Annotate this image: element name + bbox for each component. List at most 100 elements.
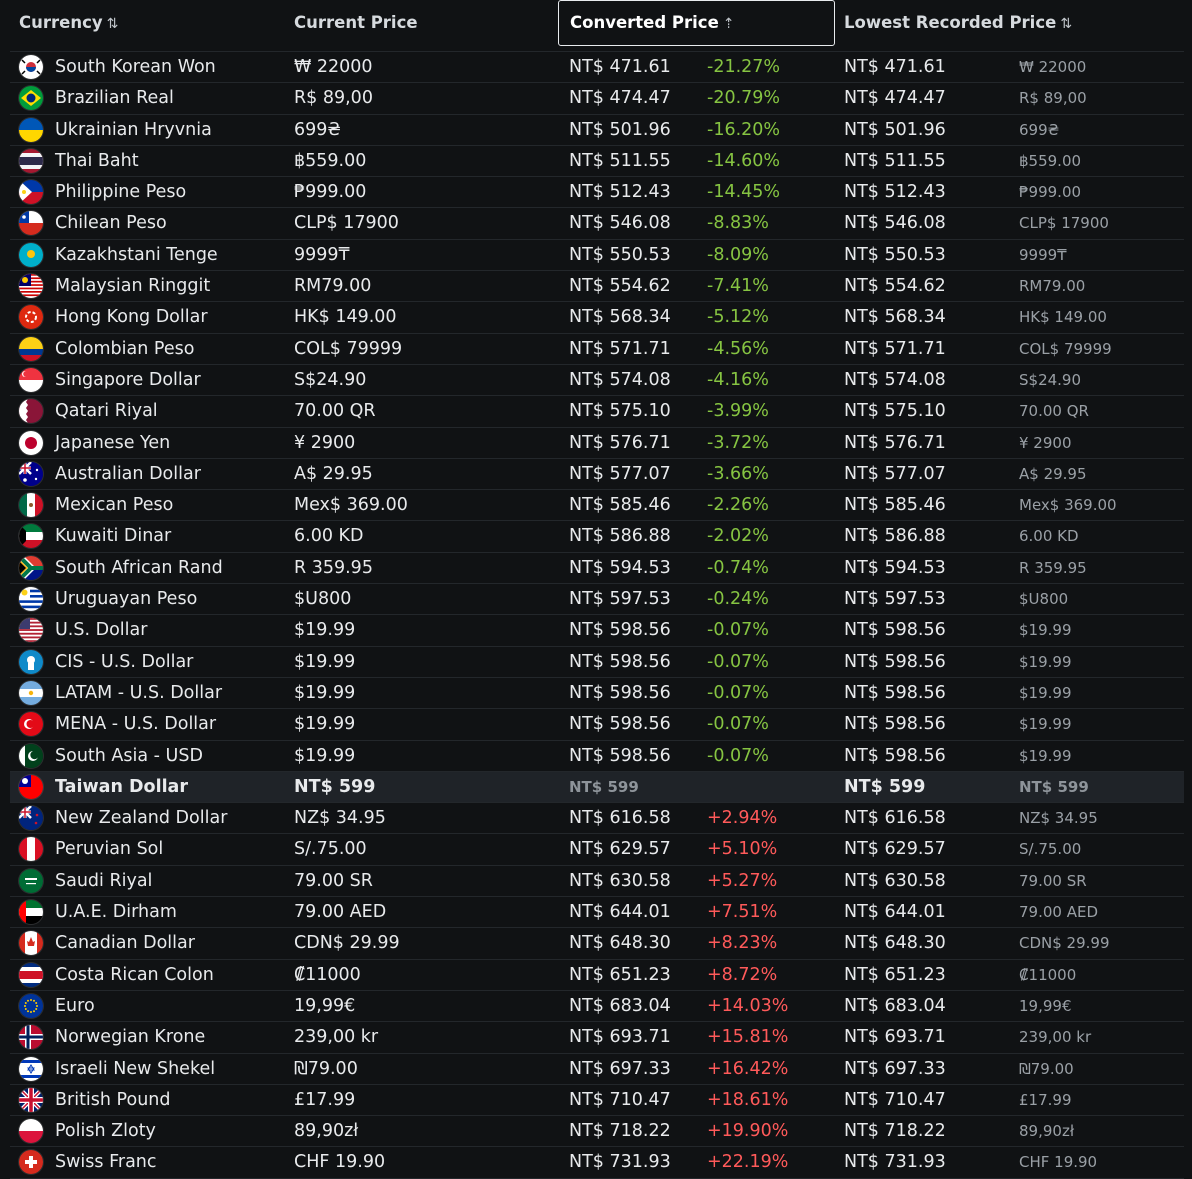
- column-header-converted-price[interactable]: Converted Price ⇡: [558, 0, 835, 46]
- currency-name: South African Rand: [55, 557, 223, 578]
- table-row[interactable]: Japanese Yen ¥ 2900 NT$ 576.71 -3.72% NT…: [10, 428, 1184, 459]
- converted-price: NT$ 594.53: [569, 557, 671, 578]
- table-row[interactable]: Chilean Peso CLP$ 17900 NT$ 546.08 -8.83…: [10, 208, 1184, 240]
- price-difference: -8.09%: [707, 244, 769, 265]
- currency-name: Taiwan Dollar: [55, 776, 189, 797]
- lowest-recorded-local: 70.00 QR: [1019, 402, 1089, 421]
- price-difference: -7.41%: [707, 276, 769, 297]
- table-row[interactable]: Thai Baht ฿559.00 NT$ 511.55 -14.60% NT$…: [10, 146, 1184, 178]
- table-row[interactable]: Kuwaiti Dinar 6.00 KD NT$ 586.88 -2.02% …: [10, 521, 1184, 553]
- costa-rica-flag-icon: [19, 962, 43, 987]
- table-row[interactable]: Taiwan Dollar NT$ 599 NT$ 599 NT$ 599 NT…: [10, 771, 1184, 804]
- table-row[interactable]: South Asia - USD $19.99 NT$ 598.56 -0.07…: [10, 741, 1184, 772]
- table-row[interactable]: New Zealand Dollar NZ$ 34.95 NT$ 616.58 …: [10, 803, 1184, 835]
- price-difference: +7.51%: [707, 902, 778, 923]
- converted-price: NT$ 598.56: [569, 714, 671, 735]
- table-row[interactable]: Saudi Riyal 79.00 SR NT$ 630.58 +5.27% N…: [10, 866, 1184, 898]
- table-row[interactable]: Philippine Peso ₱999.00 NT$ 512.43 -14.4…: [10, 177, 1184, 209]
- sort-icon: ⇅: [106, 16, 119, 32]
- converted-price: NT$ 598.56: [569, 745, 671, 766]
- taiwan-flag-icon: [19, 774, 43, 799]
- converted-price: NT$ 585.46: [569, 495, 671, 516]
- table-row[interactable]: Polish Zloty 89,90zł NT$ 718.22 +19.90% …: [10, 1116, 1184, 1148]
- table-row[interactable]: Colombian Peso COL$ 79999 NT$ 571.71 -4.…: [10, 334, 1184, 365]
- singapore-flag-icon: [19, 367, 43, 392]
- table-row[interactable]: Ukrainian Hryvnia 699₴ NT$ 501.96 -16.20…: [10, 115, 1184, 146]
- currency-name: Singapore Dollar: [55, 369, 201, 390]
- table-row[interactable]: Swiss Franc CHF 19.90 NT$ 731.93 +22.19%…: [10, 1147, 1184, 1179]
- south-korea-flag-icon: [19, 55, 43, 79]
- converted-price: NT$ 599: [569, 777, 639, 796]
- currency-name: Brazilian Real: [55, 88, 174, 109]
- price-difference: -2.02%: [707, 526, 769, 547]
- current-price: 9999₸: [294, 244, 350, 265]
- table-row[interactable]: Euro 19,99€ NT$ 683.04 +14.03% NT$ 683.0…: [10, 991, 1184, 1023]
- column-header-current-price[interactable]: Current Price: [283, 0, 553, 46]
- mena-flag-icon: [19, 712, 43, 737]
- lowest-recorded-converted: NT$ 471.61: [844, 57, 946, 77]
- lowest-recorded-local: $19.99: [1019, 652, 1072, 671]
- currency-name: Japanese Yen: [55, 432, 171, 453]
- lowest-recorded-converted: NT$ 644.01: [844, 902, 946, 923]
- converted-price: NT$ 574.08: [569, 369, 671, 390]
- table-row[interactable]: CIS - U.S. Dollar $19.99 NT$ 598.56 -0.0…: [10, 647, 1184, 678]
- column-header-lowest-recorded-price[interactable]: Lowest Recorded Price ⇅: [833, 0, 1163, 46]
- currency-name: South Asia - USD: [55, 745, 203, 766]
- table-row[interactable]: Kazakhstani Tenge 9999₸ NT$ 550.53 -8.09…: [10, 240, 1184, 272]
- converted-price: NT$ 710.47: [569, 1089, 671, 1110]
- lowest-recorded-converted: NT$ 598.56: [844, 745, 946, 766]
- table-row[interactable]: Norwegian Krone 239,00 kr NT$ 693.71 +15…: [10, 1022, 1184, 1054]
- table-row[interactable]: Mexican Peso Mex$ 369.00 NT$ 585.46 -2.2…: [10, 490, 1184, 522]
- lowest-recorded-local: 699₴: [1019, 120, 1060, 139]
- currency-name: Polish Zloty: [55, 1121, 156, 1142]
- table-row[interactable]: Costa Rican Colon ₡11000 NT$ 651.23 +8.7…: [10, 960, 1184, 991]
- table-row[interactable]: Australian Dollar A$ 29.95 NT$ 577.07 -3…: [10, 459, 1184, 491]
- converted-price: NT$ 616.58: [569, 808, 671, 829]
- column-header-currency[interactable]: Currency ⇅: [8, 0, 278, 46]
- lowest-recorded-local: NZ$ 34.95: [1019, 809, 1098, 828]
- price-difference: +8.23%: [707, 933, 778, 954]
- lowest-recorded-converted: NT$ 693.71: [844, 1027, 946, 1048]
- price-difference: +5.27%: [707, 870, 778, 891]
- table-row[interactable]: Israeli New Shekel ₪79.00 NT$ 697.33 +16…: [10, 1054, 1184, 1085]
- peru-flag-icon: [19, 837, 43, 862]
- table-row[interactable]: South Korean Won ₩ 22000 NT$ 471.61 -21.…: [10, 52, 1184, 84]
- lowest-recorded-converted: NT$ 599: [844, 776, 926, 797]
- table-row[interactable]: Uruguayan Peso $U800 NT$ 597.53 -0.24% N…: [10, 584, 1184, 616]
- currency-name: Qatari Riyal: [55, 401, 158, 422]
- table-row[interactable]: Qatari Riyal 70.00 QR NT$ 575.10 -3.99% …: [10, 396, 1184, 428]
- price-difference: -0.07%: [707, 714, 769, 735]
- table-row[interactable]: Brazilian Real R$ 89,00 NT$ 474.47 -20.7…: [10, 83, 1184, 115]
- converted-price: NT$ 648.30: [569, 933, 671, 954]
- current-price: CDN$ 29.99: [294, 933, 400, 954]
- lowest-recorded-local: 89,90zł: [1019, 1122, 1075, 1141]
- australia-flag-icon: [19, 461, 43, 486]
- table-row[interactable]: U.S. Dollar $19.99 NT$ 598.56 -0.07% NT$…: [10, 615, 1184, 647]
- table-row[interactable]: Hong Kong Dollar HK$ 149.00 NT$ 568.34 -…: [10, 302, 1184, 334]
- table-row[interactable]: British Pound £17.99 NT$ 710.47 +18.61% …: [10, 1085, 1184, 1117]
- price-difference: -0.07%: [707, 620, 769, 641]
- switzerland-flag-icon: [19, 1150, 43, 1175]
- table-row[interactable]: South African Rand R 359.95 NT$ 594.53 -…: [10, 553, 1184, 585]
- sort-icon: ⇅: [1060, 16, 1073, 32]
- lowest-recorded-converted: NT$ 575.10: [844, 401, 946, 422]
- current-price: R 359.95: [294, 557, 373, 578]
- lowest-recorded-local: R$ 89,00: [1019, 89, 1087, 108]
- table-header: Currency ⇅ Current Price Converted Price ⇡…: [0, 0, 1192, 46]
- table-row[interactable]: Canadian Dollar CDN$ 29.99 NT$ 648.30 +8…: [10, 928, 1184, 960]
- price-difference: -3.66%: [707, 463, 769, 484]
- lowest-recorded-converted: NT$ 512.43: [844, 182, 946, 203]
- table-row[interactable]: MENA - U.S. Dollar $19.99 NT$ 598.56 -0.…: [10, 709, 1184, 741]
- table-row[interactable]: LATAM - U.S. Dollar $19.99 NT$ 598.56 -0…: [10, 678, 1184, 710]
- table-row[interactable]: Malaysian Ringgit RM79.00 NT$ 554.62 -7.…: [10, 271, 1184, 303]
- table-row[interactable]: Singapore Dollar S$24.90 NT$ 574.08 -4.1…: [10, 365, 1184, 397]
- hong-kong-flag-icon: [19, 305, 43, 330]
- lowest-recorded-local: HK$ 149.00: [1019, 308, 1107, 327]
- table-row[interactable]: U.A.E. Dirham 79.00 AED NT$ 644.01 +7.51…: [10, 897, 1184, 929]
- table-row[interactable]: Peruvian Sol S/.75.00 NT$ 629.57 +5.10% …: [10, 834, 1184, 866]
- converted-price: NT$ 550.53: [569, 244, 671, 265]
- converted-price: NT$ 586.88: [569, 526, 671, 547]
- price-difference: -20.79%: [707, 88, 781, 109]
- currency-name: Mexican Peso: [55, 495, 174, 516]
- converted-price: NT$ 571.71: [569, 338, 671, 359]
